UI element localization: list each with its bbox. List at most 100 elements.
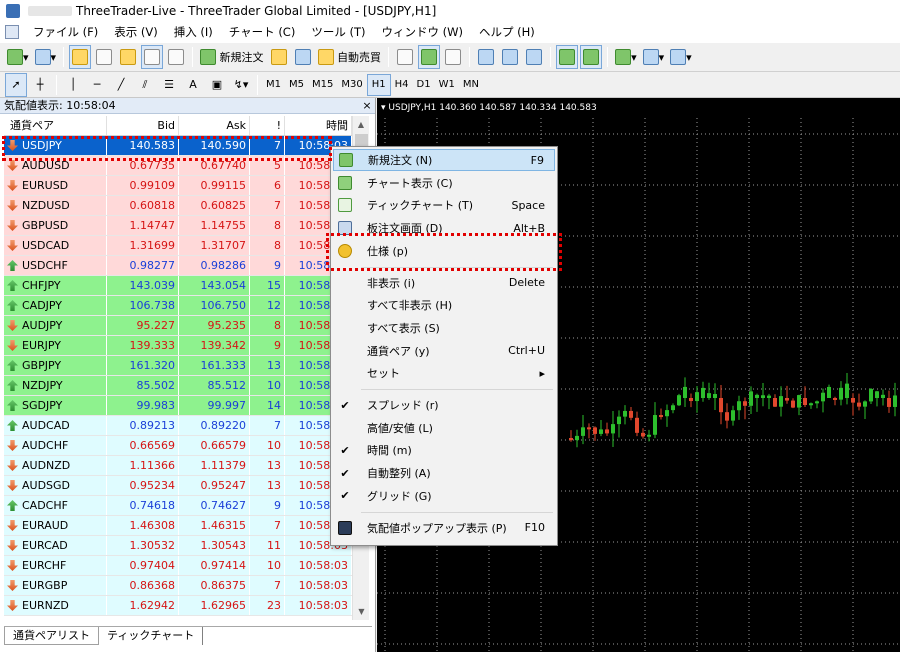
table-row[interactable]: AUDSGD 0.95234 0.95247 13 10:58:03 [4, 476, 352, 496]
text-label-tool[interactable]: ▣ [206, 73, 228, 97]
table-row[interactable]: AUDCHF 0.66569 0.66579 10 10:58:03 [4, 436, 352, 456]
column-ask[interactable]: Ask [179, 116, 250, 135]
data-window-button[interactable] [93, 45, 115, 69]
menu-item-hide[interactable]: 非表示 (i) Delete [333, 272, 555, 294]
metaeditor-button[interactable] [268, 45, 290, 69]
fibonacci-tool[interactable]: ☰ [158, 73, 180, 97]
table-row[interactable]: CADCHF 0.74618 0.74627 9 10:58:03 [4, 496, 352, 516]
line-chart-button[interactable] [442, 45, 464, 69]
menu-file[interactable]: ファイル (F) [25, 22, 106, 42]
tile-windows-button[interactable] [523, 45, 545, 69]
tab-tick-chart[interactable]: ティックチャート [99, 627, 204, 645]
menu-window[interactable]: ウィンドウ (W) [373, 22, 471, 42]
trendline-tool[interactable]: ╱ [110, 73, 132, 97]
menu-charts[interactable]: チャート (C) [221, 22, 304, 42]
menu-insert[interactable]: 挿入 (I) [166, 22, 221, 42]
timeframe-d1[interactable]: D1 [413, 74, 435, 96]
bar-chart-button[interactable] [394, 45, 416, 69]
table-row[interactable]: NZDUSD 0.60818 0.60825 7 10:58:03 [4, 196, 352, 216]
table-row[interactable]: EURAUD 1.46308 1.46315 7 10:58:03 [4, 516, 352, 536]
column-time[interactable]: 時間 [285, 116, 352, 135]
table-row[interactable]: NZDJPY 85.502 85.512 10 10:58:03 [4, 376, 352, 396]
auto-scroll-button[interactable] [556, 45, 579, 69]
column-bid[interactable]: Bid [107, 116, 179, 135]
timeframe-h1[interactable]: H1 [366, 73, 391, 96]
table-row[interactable]: USDCHF 0.98277 0.98286 9 10:58:03 [4, 256, 352, 276]
table-row[interactable]: EURUSD 0.99109 0.99115 6 10:58:03 [4, 176, 352, 196]
close-icon[interactable]: × [359, 98, 375, 113]
menu-item-new-order[interactable]: 新規注文 (N) F9 [333, 149, 555, 171]
table-row[interactable]: CADJPY 106.738 106.750 12 10:58:03 [4, 296, 352, 316]
menu-item-hide-all[interactable]: すべて非表示 (H) [333, 294, 555, 316]
menu-item-popup-prices[interactable]: 気配値ポップアップ表示 (P) F10 [333, 517, 555, 539]
timeframe-m30[interactable]: M30 [337, 74, 366, 96]
new-order-button[interactable]: 新規注文 [198, 45, 266, 69]
menu-view[interactable]: 表示 (V) [106, 22, 166, 42]
timeframe-w1[interactable]: W1 [435, 74, 459, 96]
menu-item-symbols[interactable]: 通貨ペア (y) Ctrl+U [333, 340, 555, 362]
menu-item-specification[interactable]: 仕様 (p) [333, 240, 555, 262]
table-row[interactable]: EURNZD 1.62942 1.62965 23 10:58:03 [4, 596, 352, 616]
tab-symbols[interactable]: 通貨ペアリスト [4, 627, 99, 645]
timeframe-m1[interactable]: M1 [262, 74, 285, 96]
menu-item-spread[interactable]: ✔ スプレッド (r) [333, 394, 555, 416]
timeframe-m5[interactable]: M5 [285, 74, 308, 96]
table-row[interactable]: USDJPY 140.583 140.590 7 10:58:03 [4, 136, 352, 156]
table-row[interactable]: AUDUSD 0.67735 0.67740 5 10:58:03 [4, 156, 352, 176]
menu-item-tick-chart[interactable]: ティックチャート (T) Space [333, 194, 555, 216]
templates-button[interactable]: ▾ [668, 45, 694, 69]
indicators-button[interactable]: ▾ [613, 45, 639, 69]
zoom-out-button[interactable] [499, 45, 521, 69]
crosshair-tool[interactable]: ┼ [29, 73, 51, 97]
column-symbol[interactable]: 通貨ペア [4, 116, 107, 135]
navigator-button[interactable] [117, 45, 139, 69]
menu-item-grid[interactable]: ✔ グリッド (G) [333, 485, 555, 507]
chart-dropdown-icon[interactable]: ▾ [381, 103, 386, 113]
table-row[interactable]: EURCHF 0.97404 0.97414 10 10:58:03 [4, 556, 352, 576]
table-row[interactable]: GBPJPY 161.320 161.333 13 10:58:03 [4, 356, 352, 376]
periods-button[interactable]: ▾ [641, 45, 667, 69]
signals-button[interactable] [292, 45, 314, 69]
horizontal-line-tool[interactable]: ─ [86, 73, 108, 97]
table-row[interactable]: AUDNZD 1.11366 1.11379 13 10:58:03 [4, 456, 352, 476]
menu-item-time[interactable]: ✔ 時間 (m) [333, 439, 555, 461]
market-watch-toggle[interactable] [69, 45, 92, 69]
text-tool[interactable]: A [182, 73, 204, 97]
scroll-down-icon[interactable]: ▼ [353, 603, 370, 620]
scroll-up-icon[interactable]: ▲ [353, 116, 369, 133]
table-row[interactable]: AUDCAD 0.89213 0.89220 7 10:58:03 [4, 416, 352, 436]
vertical-line-tool[interactable]: │ [62, 73, 84, 97]
timeframe-h4[interactable]: H4 [391, 74, 413, 96]
table-row[interactable]: CHFJPY 143.039 143.054 15 10:58:03 [4, 276, 352, 296]
table-row[interactable]: EURJPY 139.333 139.342 9 10:58:03 [4, 336, 352, 356]
new-chart-button[interactable]: ▾ [5, 45, 31, 69]
table-row[interactable]: SGDJPY 99.983 99.997 14 10:58:03 [4, 396, 352, 416]
profiles-button[interactable]: ▾ [33, 45, 59, 69]
column-spread[interactable]: ! [250, 116, 285, 135]
auto-trading-button[interactable]: 自動売買 [316, 45, 384, 69]
terminal-toggle[interactable] [141, 45, 164, 69]
arrows-tool[interactable]: ↯▾ [230, 73, 252, 97]
menu-item-chart-window[interactable]: チャート表示 (C) [333, 172, 555, 194]
timeframe-m15[interactable]: M15 [308, 74, 337, 96]
table-row[interactable]: EURCAD 1.30532 1.30543 11 10:58:03 [4, 536, 352, 556]
menu-item-high-low[interactable]: 高値/安値 (L) [333, 417, 555, 439]
table-row[interactable]: USDCAD 1.31699 1.31707 8 10:58:03 [4, 236, 352, 256]
timeframe-mn[interactable]: MN [459, 74, 483, 96]
menu-help[interactable]: ヘルプ (H) [471, 22, 543, 42]
menu-item-depth-of-market[interactable]: 板注文画面 (D) Alt+B [333, 217, 555, 239]
chart-shift-button[interactable] [580, 45, 603, 69]
cursor-tool[interactable]: ➚ [5, 72, 27, 97]
table-row[interactable]: AUDJPY 95.227 95.235 8 10:58:03 [4, 316, 352, 336]
candlestick-button[interactable] [418, 45, 441, 69]
table-row[interactable]: EURGBP 0.86368 0.86375 7 10:58:03 [4, 576, 352, 596]
channel-tool[interactable]: ⫽ [134, 73, 156, 97]
menu-tools[interactable]: ツール (T) [303, 22, 373, 42]
child-window-icon[interactable] [5, 25, 19, 39]
menu-item-sets[interactable]: セット ▸ [333, 362, 555, 384]
zoom-in-button[interactable] [475, 45, 497, 69]
menu-item-show-all[interactable]: すべて表示 (S) [333, 317, 555, 339]
strategy-tester-button[interactable] [165, 45, 187, 69]
table-row[interactable]: GBPUSD 1.14747 1.14755 8 10:58:03 [4, 216, 352, 236]
menu-item-auto-arrange[interactable]: ✔ 自動整列 (A) [333, 462, 555, 484]
